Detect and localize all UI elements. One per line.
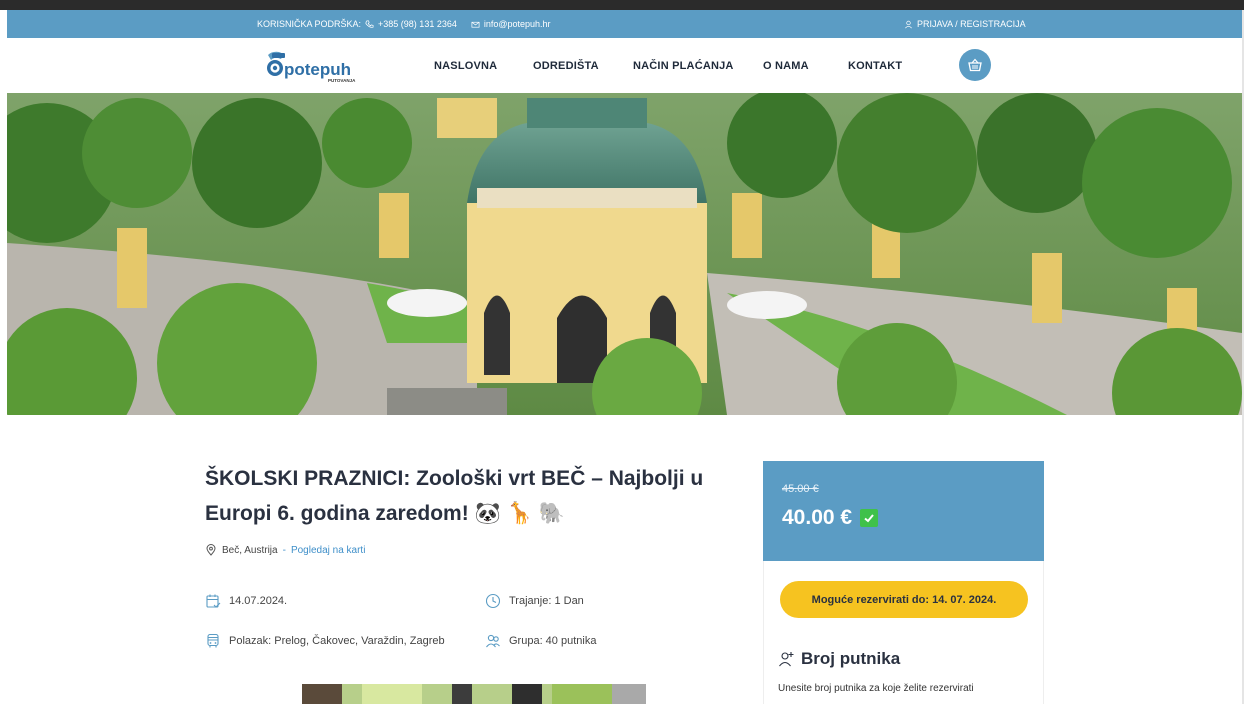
gallery-photo [302,684,646,704]
booking-box: Moguće rezervirati do: 14. 07. 2024. Bro… [763,561,1044,704]
user-icon [905,20,912,28]
mail-icon [471,21,480,28]
basket-icon [968,58,982,72]
map-pin-icon [206,544,216,556]
logo-subtitle: PUTOVANJA [328,78,356,83]
nav-kontakt[interactable]: KONTAKT [848,60,902,72]
trip-departure: Polazak: Prelog, Čakovec, Varaždin, Zagr… [205,633,445,649]
group-value: Grupa: 40 putnika [509,635,597,647]
support-email[interactable]: info@potepuh.hr [484,19,551,29]
phone-icon [365,20,374,28]
login-link[interactable]: PRIJAVA / REGISTRACIJA [904,19,1026,29]
nav-nacin-placanja[interactable]: NAČIN PLAĆANJA [633,60,734,72]
logo[interactable]: potepuh PUTOVANJA [262,50,362,84]
info-bar: KORISNIČKA PODRŠKA: +385 (98) 131 2364 i… [7,10,1242,38]
group-icon [486,634,500,648]
support-label: KORISNIČKA PODRŠKA: [257,19,362,29]
map-link[interactable]: Pogledaj na karti [291,545,366,556]
current-price: 40.00 € [782,506,879,530]
gallery-image-preview[interactable] [302,684,646,704]
price-box: 45.00 € 40.00 € [763,461,1044,561]
login-label[interactable]: PRIJAVA / REGISTRACIJA [917,19,1026,29]
departure-value: Polazak: Prelog, Čakovec, Varaždin, Zagr… [229,635,445,647]
trip-date: 14.07.2024. [205,593,287,609]
reservation-deadline-button[interactable]: Moguće rezervirati do: 14. 07. 2024. [780,581,1028,618]
passengers-description: Unesite broj putnika za koje želite reze… [778,683,974,694]
nav-naslovna[interactable]: NASLOVNA [434,60,497,72]
add-passenger-icon [779,652,794,667]
calendar-icon [206,594,221,608]
duration-value: Trajanje: 1 Dan [509,595,584,607]
hero-image [7,93,1242,415]
browser-top-strip [0,0,1244,10]
trip-content: ŠKOLSKI PRAZNICI: Zoološki vrt BEČ – Naj… [0,415,1244,704]
location-separator: - [282,544,286,556]
new-price: 40.00 € [782,506,853,529]
date-value: 14.07.2024. [229,595,288,607]
nav-odredista[interactable]: ODREDIŠTA [533,60,599,72]
support-contact: KORISNIČKA PODRŠKA: +385 (98) 131 2364 i… [257,19,551,29]
main-navigation: potepuh PUTOVANJA NASLOVNA ODREDIŠTA NAČ… [7,38,1242,93]
basket-button[interactable] [959,49,991,81]
passengers-title: Broj putnika [801,649,901,668]
trip-location: Beč, Austrija - Pogledaj na karti [205,544,365,556]
old-price: 45.00 € [782,483,819,495]
trip-duration: Trajanje: 1 Dan [485,593,584,609]
nav-o-nama[interactable]: O NAMA [763,60,809,72]
support-phone[interactable]: +385 (98) 131 2364 [378,19,457,29]
trip-title: ŠKOLSKI PRAZNICI: Zoološki vrt BEČ – Naj… [205,467,704,525]
trip-group: Grupa: 40 putnika [485,633,596,649]
checkmark-icon [860,509,879,527]
bus-icon [207,633,219,648]
passengers-heading: Broj putnika [778,649,900,669]
location-text: Beč, Austrija [222,544,278,556]
clock-icon [485,593,501,609]
logo-text: potepuh [284,60,351,79]
zoo-pavilion-photo [7,93,1242,415]
